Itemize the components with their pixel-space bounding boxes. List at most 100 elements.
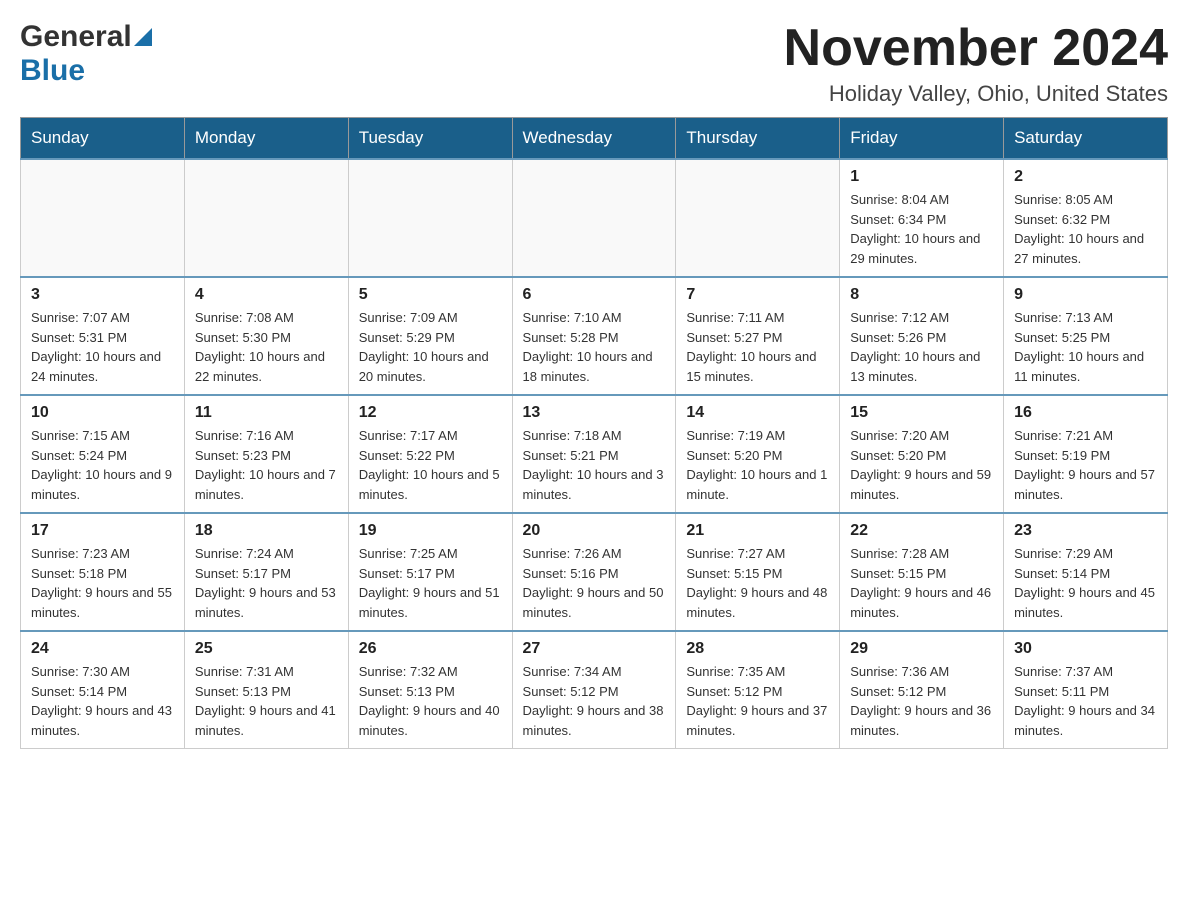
day-info: Sunrise: 8:05 AM Sunset: 6:32 PM Dayligh… <box>1014 190 1157 268</box>
day-number: 1 <box>850 168 993 186</box>
calendar-cell: 11 Sunrise: 7:16 AM Sunset: 5:23 PM Dayli… <box>184 395 348 513</box>
day-number: 28 <box>686 640 829 658</box>
calendar-cell: 16 Sunrise: 7:21 AM Sunset: 5:19 PM Dayli… <box>1004 395 1168 513</box>
calendar-cell: 1 Sunrise: 8:04 AM Sunset: 6:34 PM Daylig… <box>840 159 1004 277</box>
day-info: Sunrise: 7:08 AM Sunset: 5:30 PM Dayligh… <box>195 308 338 386</box>
calendar-cell: 18 Sunrise: 7:24 AM Sunset: 5:17 PM Dayli… <box>184 513 348 631</box>
calendar-cell: 5Sunrise: 7:09 AM Sunset: 5:29 PM Daylig… <box>348 277 512 395</box>
day-info: Sunrise: 8:04 AM Sunset: 6:34 PM Dayligh… <box>850 190 993 268</box>
day-info: Sunrise: 7:34 AM Sunset: 5:12 PM Dayligh… <box>523 662 666 740</box>
day-number: 7 <box>686 286 829 304</box>
month-title: November 2024 <box>784 20 1168 77</box>
day-info: Sunrise: 7:25 AM Sunset: 5:17 PM Dayligh… <box>359 544 502 622</box>
calendar-cell: 8 Sunrise: 7:12 AM Sunset: 5:26 PM Daylig… <box>840 277 1004 395</box>
logo-general-text: General <box>20 20 132 54</box>
day-number: 3 <box>31 286 174 304</box>
calendar-header-friday: Friday <box>840 118 1004 160</box>
day-info: Sunrise: 7:19 AM Sunset: 5:20 PM Dayligh… <box>686 426 829 504</box>
day-number: 8 <box>850 286 993 304</box>
calendar-cell: 26 Sunrise: 7:32 AM Sunset: 5:13 PM Dayli… <box>348 631 512 749</box>
day-info: Sunrise: 7:31 AM Sunset: 5:13 PM Dayligh… <box>195 662 338 740</box>
calendar-cell: 17 Sunrise: 7:23 AM Sunset: 5:18 PM Dayli… <box>21 513 185 631</box>
day-number: 9 <box>1014 286 1157 304</box>
logo-blue-text: Blue <box>20 54 85 87</box>
day-info: Sunrise: 7:09 AM Sunset: 5:29 PM Dayligh… <box>359 308 502 386</box>
logo: General Blue <box>20 20 152 88</box>
calendar-cell <box>676 159 840 277</box>
day-info: Sunrise: 7:20 AM Sunset: 5:20 PM Dayligh… <box>850 426 993 504</box>
day-number: 4 <box>195 286 338 304</box>
calendar-cell <box>512 159 676 277</box>
day-number: 15 <box>850 404 993 422</box>
day-info: Sunrise: 7:32 AM Sunset: 5:13 PM Dayligh… <box>359 662 502 740</box>
header: General Blue November 2024 Holiday Valle… <box>20 20 1168 107</box>
calendar-cell: 15 Sunrise: 7:20 AM Sunset: 5:20 PM Dayli… <box>840 395 1004 513</box>
calendar-header-tuesday: Tuesday <box>348 118 512 160</box>
day-info: Sunrise: 7:18 AM Sunset: 5:21 PM Dayligh… <box>523 426 666 504</box>
calendar-cell: 7 Sunrise: 7:11 AM Sunset: 5:27 PM Daylig… <box>676 277 840 395</box>
day-info: Sunrise: 7:23 AM Sunset: 5:18 PM Dayligh… <box>31 544 174 622</box>
calendar-cell: 14 Sunrise: 7:19 AM Sunset: 5:20 PM Dayli… <box>676 395 840 513</box>
day-info: Sunrise: 7:10 AM Sunset: 5:28 PM Dayligh… <box>523 308 666 386</box>
calendar-week-1: 1 Sunrise: 8:04 AM Sunset: 6:34 PM Daylig… <box>21 159 1168 277</box>
day-info: Sunrise: 7:16 AM Sunset: 5:23 PM Dayligh… <box>195 426 338 504</box>
day-info: Sunrise: 7:11 AM Sunset: 5:27 PM Dayligh… <box>686 308 829 386</box>
day-number: 24 <box>31 640 174 658</box>
calendar-cell: 2 Sunrise: 8:05 AM Sunset: 6:32 PM Daylig… <box>1004 159 1168 277</box>
calendar-cell: 6 Sunrise: 7:10 AM Sunset: 5:28 PM Daylig… <box>512 277 676 395</box>
calendar-cell: 22Sunrise: 7:28 AM Sunset: 5:15 PM Dayli… <box>840 513 1004 631</box>
day-number: 27 <box>523 640 666 658</box>
calendar-cell: 28 Sunrise: 7:35 AM Sunset: 5:12 PM Dayli… <box>676 631 840 749</box>
calendar-cell: 20Sunrise: 7:26 AM Sunset: 5:16 PM Dayli… <box>512 513 676 631</box>
calendar-table: SundayMondayTuesdayWednesdayThursdayFrid… <box>20 117 1168 749</box>
day-info: Sunrise: 7:07 AM Sunset: 5:31 PM Dayligh… <box>31 308 174 386</box>
calendar-header-row: SundayMondayTuesdayWednesdayThursdayFrid… <box>21 118 1168 160</box>
calendar-cell: 21Sunrise: 7:27 AM Sunset: 5:15 PM Dayli… <box>676 513 840 631</box>
calendar-cell: 29 Sunrise: 7:36 AM Sunset: 5:12 PM Dayli… <box>840 631 1004 749</box>
day-info: Sunrise: 7:28 AM Sunset: 5:15 PM Dayligh… <box>850 544 993 622</box>
calendar-cell: 4 Sunrise: 7:08 AM Sunset: 5:30 PM Daylig… <box>184 277 348 395</box>
day-number: 14 <box>686 404 829 422</box>
day-info: Sunrise: 7:13 AM Sunset: 5:25 PM Dayligh… <box>1014 308 1157 386</box>
calendar-cell: 27 Sunrise: 7:34 AM Sunset: 5:12 PM Dayli… <box>512 631 676 749</box>
calendar-cell: 23Sunrise: 7:29 AM Sunset: 5:14 PM Dayli… <box>1004 513 1168 631</box>
day-info: Sunrise: 7:30 AM Sunset: 5:14 PM Dayligh… <box>31 662 174 740</box>
day-info: Sunrise: 7:36 AM Sunset: 5:12 PM Dayligh… <box>850 662 993 740</box>
calendar-cell <box>348 159 512 277</box>
calendar-week-3: 10Sunrise: 7:15 AM Sunset: 5:24 PM Dayli… <box>21 395 1168 513</box>
calendar-header-thursday: Thursday <box>676 118 840 160</box>
day-number: 20 <box>523 522 666 540</box>
calendar-cell: 25 Sunrise: 7:31 AM Sunset: 5:13 PM Dayli… <box>184 631 348 749</box>
calendar-cell: 12Sunrise: 7:17 AM Sunset: 5:22 PM Dayli… <box>348 395 512 513</box>
day-number: 26 <box>359 640 502 658</box>
day-info: Sunrise: 7:27 AM Sunset: 5:15 PM Dayligh… <box>686 544 829 622</box>
day-number: 16 <box>1014 404 1157 422</box>
calendar-week-5: 24 Sunrise: 7:30 AM Sunset: 5:14 PM Dayli… <box>21 631 1168 749</box>
calendar-cell: 10Sunrise: 7:15 AM Sunset: 5:24 PM Dayli… <box>21 395 185 513</box>
calendar-week-2: 3 Sunrise: 7:07 AM Sunset: 5:31 PM Daylig… <box>21 277 1168 395</box>
day-number: 18 <box>195 522 338 540</box>
calendar-header-sunday: Sunday <box>21 118 185 160</box>
calendar-cell: 3 Sunrise: 7:07 AM Sunset: 5:31 PM Daylig… <box>21 277 185 395</box>
calendar-cell: 9 Sunrise: 7:13 AM Sunset: 5:25 PM Daylig… <box>1004 277 1168 395</box>
calendar-cell <box>184 159 348 277</box>
logo-triangle-icon <box>134 24 152 51</box>
calendar-header-wednesday: Wednesday <box>512 118 676 160</box>
day-number: 2 <box>1014 168 1157 186</box>
calendar-week-4: 17 Sunrise: 7:23 AM Sunset: 5:18 PM Dayli… <box>21 513 1168 631</box>
day-number: 11 <box>195 404 338 422</box>
day-info: Sunrise: 7:24 AM Sunset: 5:17 PM Dayligh… <box>195 544 338 622</box>
day-number: 13 <box>523 404 666 422</box>
day-number: 10 <box>31 404 174 422</box>
day-number: 25 <box>195 640 338 658</box>
day-number: 23 <box>1014 522 1157 540</box>
day-info: Sunrise: 7:12 AM Sunset: 5:26 PM Dayligh… <box>850 308 993 386</box>
day-number: 6 <box>523 286 666 304</box>
day-number: 29 <box>850 640 993 658</box>
calendar-cell: 19 Sunrise: 7:25 AM Sunset: 5:17 PM Dayli… <box>348 513 512 631</box>
day-info: Sunrise: 7:21 AM Sunset: 5:19 PM Dayligh… <box>1014 426 1157 504</box>
calendar-header-monday: Monday <box>184 118 348 160</box>
day-number: 17 <box>31 522 174 540</box>
day-number: 19 <box>359 522 502 540</box>
day-info: Sunrise: 7:35 AM Sunset: 5:12 PM Dayligh… <box>686 662 829 740</box>
